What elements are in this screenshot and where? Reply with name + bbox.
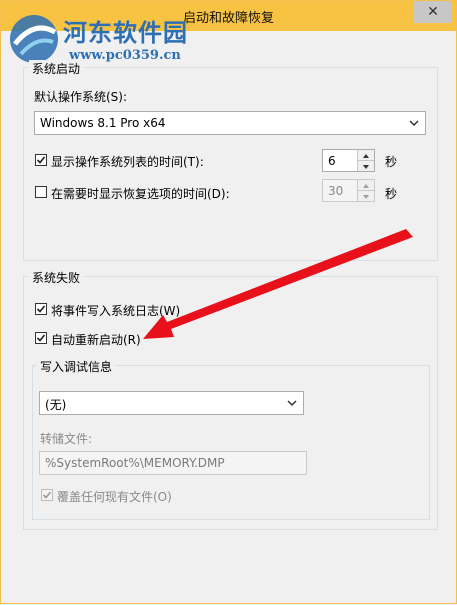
debug-info-group: 写入调试信息 (无) 转储文件: %SystemRoot%\MEMORY.DMP… (32, 358, 430, 520)
system-startup-legend: 系统启动 (29, 60, 84, 77)
spinner-up-button[interactable] (358, 180, 374, 191)
chevron-down-icon (287, 400, 297, 407)
show-recovery-label: 在需要时显示恢复选项的时间(D): (51, 187, 230, 201)
close-icon: ✕ (427, 4, 439, 20)
default-os-dropdown[interactable]: Windows 8.1 Pro x64 (34, 111, 426, 135)
watermark-title: 河东软件园 (63, 18, 188, 47)
chevron-up-icon (363, 184, 369, 188)
write-event-log-checkbox[interactable] (35, 303, 47, 315)
debug-info-dropdown[interactable]: (无) (39, 391, 304, 415)
show-os-list-spinner[interactable]: 6 (322, 149, 375, 172)
spinner-up-button[interactable] (358, 150, 374, 161)
debug-info-legend: 写入调试信息 (37, 358, 116, 375)
auto-restart-label: 自动重新启动(R) (51, 333, 141, 347)
close-button[interactable]: ✕ (414, 1, 452, 23)
write-event-log-label: 将事件写入系统日志(W) (51, 304, 181, 318)
checkmark-icon (42, 491, 52, 499)
show-recovery-spinner[interactable]: 30 (322, 179, 375, 202)
chevron-up-icon (363, 154, 369, 158)
show-os-list-label: 显示操作系统列表的时间(T): (51, 155, 204, 169)
show-recovery-value: 30 (328, 184, 344, 198)
checkmark-icon (36, 334, 46, 342)
default-os-label: 默认操作系统(S): (34, 90, 128, 104)
spinner-buttons (357, 180, 374, 201)
system-failure-group: 系统失败 将事件写入系统日志(W) 自动重新启动(R) 写入调试信息 (无) 转… (23, 269, 438, 530)
startup-recovery-window: 启动和故障恢复 ✕ 河东软件园 www.pc0359.cn 系统启动 默认操作系… (0, 0, 457, 604)
dump-file-value: %SystemRoot%\MEMORY.DMP (45, 456, 225, 470)
dump-file-label: 转储文件: (40, 432, 93, 446)
chevron-down-icon (409, 120, 419, 127)
watermark-url: www.pc0359.cn (69, 48, 181, 63)
checkmark-icon (36, 305, 46, 313)
system-failure-legend: 系统失败 (29, 269, 84, 286)
chevron-down-icon (363, 195, 369, 199)
checkmark-icon (36, 156, 46, 164)
spinner-down-button[interactable] (358, 191, 374, 201)
dump-file-input[interactable]: %SystemRoot%\MEMORY.DMP (39, 451, 307, 475)
chevron-down-icon (363, 165, 369, 169)
show-os-list-checkbox[interactable] (35, 154, 47, 166)
show-recovery-checkbox[interactable] (35, 186, 47, 198)
auto-restart-checkbox[interactable] (35, 332, 47, 344)
system-startup-group: 系统启动 默认操作系统(S): Windows 8.1 Pro x64 显示操作… (23, 60, 438, 261)
spinner-buttons (357, 150, 374, 171)
overwrite-label: 覆盖任何现有文件(O) (57, 490, 172, 504)
show-recovery-unit: 秒 (385, 187, 398, 201)
show-os-list-value: 6 (328, 154, 336, 168)
debug-info-type-value: (无) (45, 398, 67, 412)
show-os-list-unit: 秒 (385, 155, 398, 169)
default-os-value: Windows 8.1 Pro x64 (40, 116, 166, 130)
spinner-down-button[interactable] (358, 161, 374, 171)
overwrite-checkbox[interactable] (41, 489, 53, 501)
